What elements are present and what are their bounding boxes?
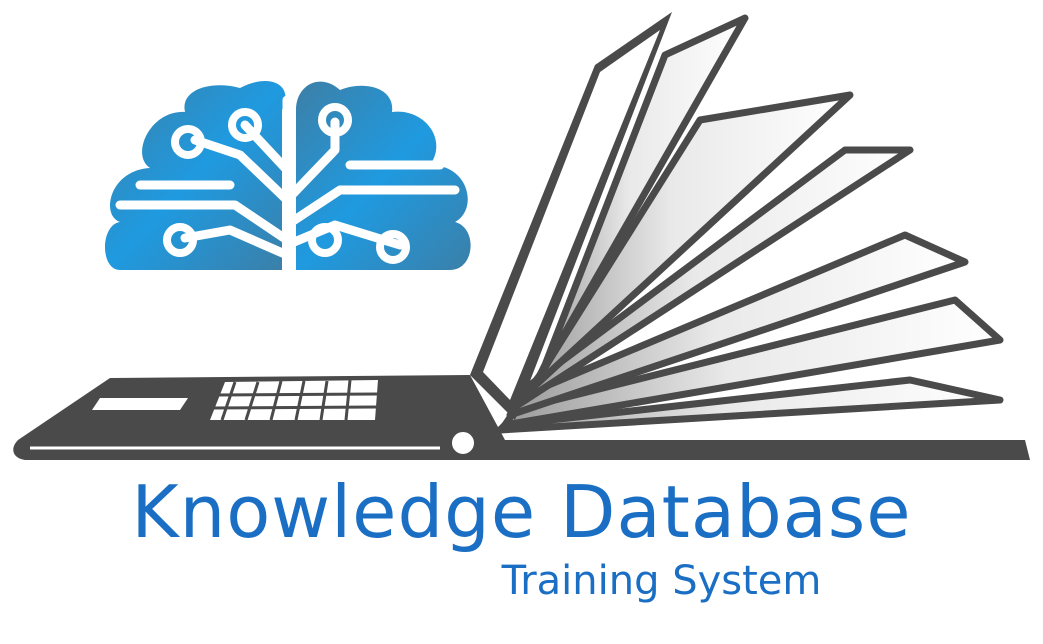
logo-title: Knowledge Database [131, 470, 912, 554]
logo-subtitle: Training System [501, 558, 822, 604]
brain-circuit-icon [105, 80, 471, 273]
